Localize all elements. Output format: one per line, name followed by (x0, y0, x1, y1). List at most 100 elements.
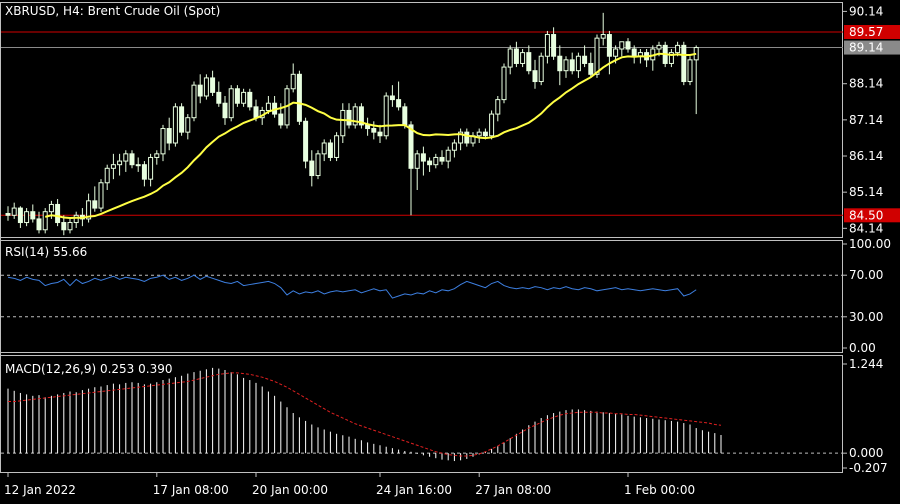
macd-ytick-label: -0.207 (849, 461, 888, 475)
candle-body (61, 222, 67, 231)
bid-tag-label: 89.14 (849, 41, 883, 55)
candle-body (17, 207, 23, 224)
candle-body (625, 41, 631, 50)
candle-body (166, 128, 172, 144)
chart-title: XBRUSD, H4: Brent Crude Oil (Spot) (5, 4, 220, 18)
candle-body (334, 135, 340, 158)
candle-body (253, 106, 259, 119)
candle-body (55, 203, 61, 224)
candle-body (582, 55, 588, 64)
candle-body (594, 37, 600, 75)
candle-body (160, 128, 166, 155)
candle-body (507, 48, 513, 68)
candle-body (383, 95, 389, 137)
candle-body (389, 95, 395, 101)
candle-body (278, 113, 284, 126)
candle-body (98, 182, 104, 209)
candle-body (526, 52, 532, 72)
candle-body (73, 214, 79, 224)
price-ytick-label: 85.14 (849, 185, 883, 199)
candle-body (476, 131, 482, 137)
candle-body (148, 156, 154, 180)
time-tick-label: 12 Jan 2022 (4, 483, 76, 497)
candle-body (42, 211, 48, 231)
candle-body (445, 149, 451, 162)
rsi-ytick-label: 100.00 (849, 237, 891, 251)
time-tick-label: 20 Jan 00:00 (252, 483, 328, 497)
candle-body (203, 77, 209, 97)
candle-body (24, 211, 30, 224)
candle-body (321, 142, 327, 155)
time-tick-label: 17 Jan 08:00 (153, 483, 229, 497)
candle-body (563, 59, 569, 72)
candle-body (464, 131, 470, 144)
candle-body (30, 211, 36, 220)
candle-body (371, 128, 377, 133)
time-tick-label: 24 Jan 16:00 (376, 483, 452, 497)
candle-body (433, 156, 439, 166)
candle-body (315, 153, 321, 177)
candle-body (247, 91, 253, 108)
candle-body (482, 131, 488, 137)
candle-body (377, 131, 383, 137)
candle-body (303, 120, 309, 162)
candle-body (532, 70, 538, 83)
level-tag-label: 89.57 (849, 25, 883, 39)
candle-body (439, 156, 445, 162)
candle-body (222, 102, 228, 119)
candle-body (154, 153, 160, 158)
candle-body (172, 106, 178, 144)
trading-chart[interactable]: 90.14 88.14 87.14 86.14 85.14 84.14 89.57 84.50… (0, 0, 900, 500)
candle-body (489, 113, 495, 137)
candle-body (117, 160, 123, 166)
candle-body (36, 218, 42, 231)
price-ytick-label: 90.14 (849, 4, 883, 18)
macd-ytick-label: 0.000 (849, 446, 883, 460)
candle-body (185, 117, 191, 133)
candle-body (290, 73, 296, 90)
candle-body (346, 109, 352, 126)
candle-body (656, 44, 662, 50)
chart-canvas[interactable]: 90.14 88.14 87.14 86.14 85.14 84.14 89.57 84.50… (0, 0, 900, 500)
candle-body (228, 88, 234, 119)
candle-body (451, 142, 457, 151)
candle-body (600, 34, 606, 39)
candle-body (551, 34, 557, 57)
candle-body (67, 222, 73, 231)
candle-body (265, 102, 271, 111)
candle-body (191, 84, 197, 119)
candle-body (408, 124, 414, 169)
candle-body (92, 200, 98, 209)
candle-body (11, 207, 17, 216)
time-tick-label: 1 Feb 00:00 (624, 483, 695, 497)
candle-body (210, 77, 216, 93)
candle-body (110, 164, 116, 169)
rsi-ytick-label: 0.00 (849, 341, 876, 355)
candle-body (129, 153, 135, 166)
candle-body (241, 91, 247, 104)
candle-body (613, 48, 619, 57)
candle-body (675, 44, 681, 54)
candle-body (402, 106, 408, 126)
rsi-label: RSI(14) 55.66 (5, 245, 87, 259)
candle-body (619, 41, 625, 50)
candle-body (234, 88, 240, 104)
candle-body (327, 142, 333, 158)
time-tick-label: 27 Jan 08:00 (475, 483, 551, 497)
candle-body (414, 153, 420, 169)
chart-background (0, 0, 900, 500)
candle-body (569, 59, 575, 72)
candle-body (309, 160, 315, 177)
price-ytick-label: 86.14 (849, 149, 883, 163)
candle-body (141, 164, 147, 180)
candle-body (606, 34, 612, 57)
candle-body (513, 48, 519, 64)
macd-ytick-label: 1.244 (849, 357, 883, 371)
candle-body (681, 44, 687, 83)
candle-body (216, 91, 222, 104)
price-ytick-label: 87.14 (849, 113, 883, 127)
candle-body (588, 62, 594, 75)
candle-body (396, 99, 402, 108)
candle-body (427, 160, 433, 166)
level-tag-label: 84.50 (849, 208, 883, 222)
